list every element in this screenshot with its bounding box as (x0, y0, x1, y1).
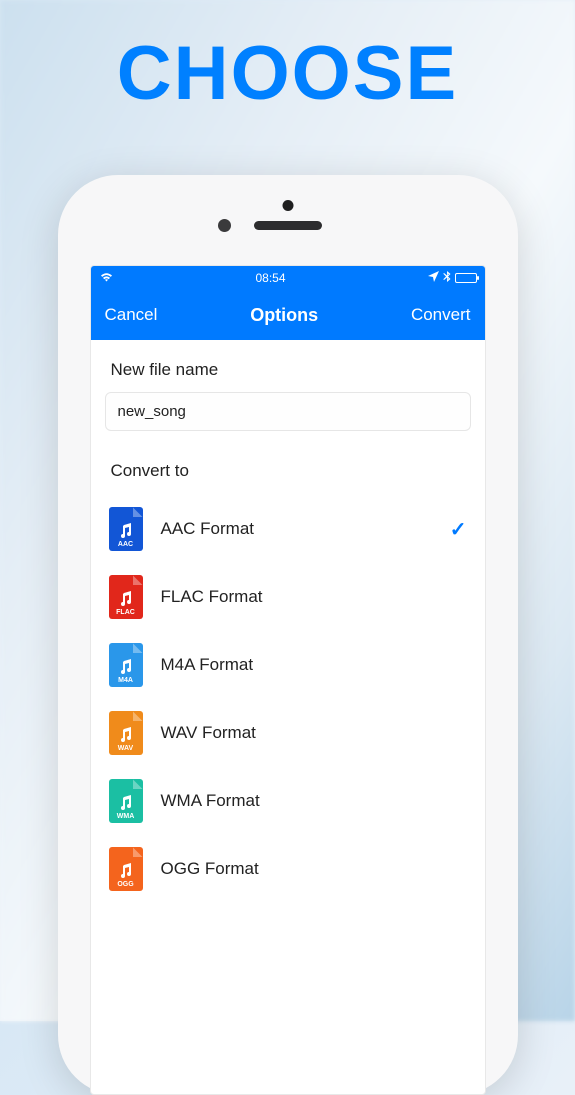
bluetooth-icon (443, 271, 451, 286)
format-row-aac[interactable]: AAC AAC Format ✓ (91, 495, 485, 563)
convert-to-label: Convert to (91, 441, 485, 491)
file-icon-aac: AAC (109, 507, 143, 551)
file-icon-wma: WMA (109, 779, 143, 823)
hero-title: CHOOSE (0, 30, 575, 117)
format-label: M4A Format (161, 655, 467, 675)
format-label: WMA Format (161, 791, 467, 811)
navigation-bar: Cancel Options Convert (91, 290, 485, 340)
format-row-m4a[interactable]: M4A M4A Format (91, 631, 485, 699)
format-label: WAV Format (161, 723, 467, 743)
file-icon-ogg: OGG (109, 847, 143, 891)
format-label: OGG Format (161, 859, 467, 879)
location-icon (428, 271, 439, 285)
page-title: Options (250, 305, 318, 326)
file-icon-flac: FLAC (109, 575, 143, 619)
format-row-flac[interactable]: FLAC FLAC Format (91, 563, 485, 631)
phone-speaker (254, 221, 322, 230)
phone-sensor (282, 200, 293, 211)
phone-frame: 08:54 Cancel Options Convert New file na… (58, 175, 518, 1095)
format-row-wav[interactable]: WAV WAV Format (91, 699, 485, 767)
wifi-icon (99, 271, 114, 285)
format-row-ogg[interactable]: OGG OGG Format (91, 835, 485, 903)
filename-label: New file name (91, 340, 485, 390)
cancel-button[interactable]: Cancel (105, 305, 158, 325)
status-bar: 08:54 (91, 266, 485, 290)
phone-screen: 08:54 Cancel Options Convert New file na… (90, 265, 486, 1095)
convert-button[interactable]: Convert (411, 305, 471, 325)
format-label: FLAC Format (161, 587, 467, 607)
format-row-wma[interactable]: WMA WMA Format (91, 767, 485, 835)
phone-camera (218, 219, 231, 232)
file-icon-m4a: M4A (109, 643, 143, 687)
checkmark-icon: ✓ (450, 517, 467, 542)
filename-input[interactable]: new_song (105, 392, 471, 431)
format-label: AAC Format (161, 519, 432, 539)
format-list: AAC AAC Format ✓ FLAC FLAC Format M4A M4… (91, 491, 485, 907)
battery-icon (455, 273, 477, 283)
status-time: 08:54 (255, 271, 285, 285)
file-icon-wav: WAV (109, 711, 143, 755)
